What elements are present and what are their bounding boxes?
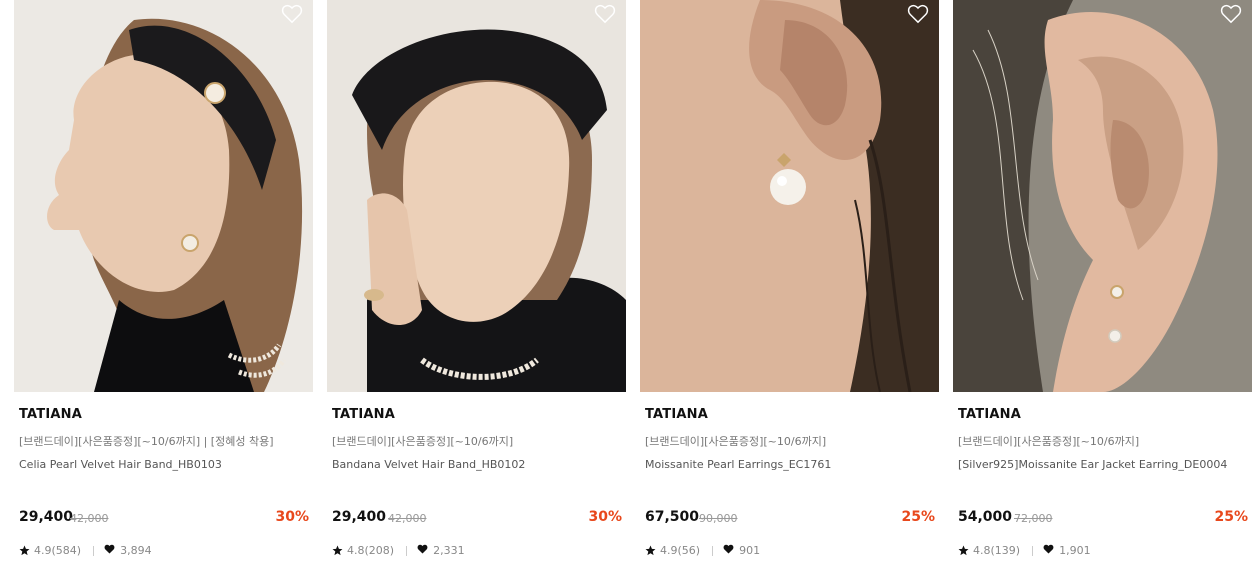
divider xyxy=(406,545,408,556)
wishlist-heart-icon[interactable] xyxy=(281,4,303,24)
brand-name[interactable]: TATIANA xyxy=(958,407,1021,422)
review-summary: 4.8(208) 2,331 xyxy=(332,544,465,557)
product-name[interactable]: Celia Pearl Velvet Hair Band_HB0103 xyxy=(19,458,222,471)
product-photo xyxy=(640,0,939,392)
product-card[interactable]: TATIANA [브랜드데이][사은품증정][~10/6까지] [Silver9… xyxy=(953,0,1252,568)
sale-price: 29,400 xyxy=(332,509,387,525)
product-image[interactable] xyxy=(14,0,313,392)
product-card[interactable]: TATIANA [브랜드데이][사은품증정][~10/6까지] Moissani… xyxy=(640,0,939,568)
sale-price: 54,000 xyxy=(958,509,1013,525)
discount-rate: 30% xyxy=(275,509,309,525)
product-card[interactable]: TATIANA [브랜드데이][사은품증정][~10/6까지] | [정혜성 착… xyxy=(14,0,313,568)
wishlist-heart-icon[interactable] xyxy=(907,4,929,24)
brand-name[interactable]: TATIANA xyxy=(332,407,395,422)
promo-text: [브랜드데이][사은품증정][~10/6까지] xyxy=(645,435,827,448)
divider xyxy=(1032,545,1034,556)
divider xyxy=(93,545,95,556)
product-photo xyxy=(953,0,1252,392)
likes-count: 1,901 xyxy=(1059,544,1091,557)
rating-value: 4.8(208) xyxy=(347,544,395,557)
review-summary: 4.8(139) 1,901 xyxy=(958,544,1091,557)
promo-text: [브랜드데이][사은품증정][~10/6까지] xyxy=(958,435,1140,448)
product-photo xyxy=(327,0,626,392)
original-price: 42,000 xyxy=(70,512,109,525)
rating-value: 4.9(584) xyxy=(34,544,82,557)
product-image[interactable] xyxy=(327,0,626,392)
wishlist-heart-icon[interactable] xyxy=(1220,4,1242,24)
heart-filled-icon xyxy=(723,544,739,557)
review-summary: 4.9(584) 3,894 xyxy=(19,544,152,557)
product-name[interactable]: [Silver925]Moissanite Ear Jacket Earring… xyxy=(958,458,1227,471)
original-price: 42,000 xyxy=(388,512,427,525)
sale-price: 29,400 xyxy=(19,509,74,525)
star-icon xyxy=(958,545,969,556)
original-price: 72,000 xyxy=(1014,512,1053,525)
likes-count: 3,894 xyxy=(120,544,152,557)
original-price: 90,000 xyxy=(699,512,738,525)
product-card[interactable]: TATIANA [브랜드데이][사은품증정][~10/6까지] Bandana … xyxy=(327,0,626,568)
brand-name[interactable]: TATIANA xyxy=(645,407,708,422)
sale-price: 67,500 xyxy=(645,509,700,525)
heart-filled-icon xyxy=(417,544,433,557)
discount-rate: 25% xyxy=(1214,509,1248,525)
product-name[interactable]: Bandana Velvet Hair Band_HB0102 xyxy=(332,458,525,471)
promo-text: [브랜드데이][사은품증정][~10/6까지] | [정혜성 착용] xyxy=(19,435,274,448)
star-icon xyxy=(332,545,343,556)
product-image[interactable] xyxy=(640,0,939,392)
divider xyxy=(712,545,714,556)
rating-value: 4.9(56) xyxy=(660,544,701,557)
heart-filled-icon xyxy=(1043,544,1059,557)
discount-rate: 30% xyxy=(588,509,622,525)
review-summary: 4.9(56) 901 xyxy=(645,544,760,557)
promo-text: [브랜드데이][사은품증정][~10/6까지] xyxy=(332,435,514,448)
product-grid: TATIANA [브랜드데이][사은품증정][~10/6까지] | [정혜성 착… xyxy=(0,0,1257,568)
brand-name[interactable]: TATIANA xyxy=(19,407,82,422)
star-icon xyxy=(645,545,656,556)
star-icon xyxy=(19,545,30,556)
likes-count: 2,331 xyxy=(433,544,465,557)
product-image[interactable] xyxy=(953,0,1252,392)
discount-rate: 25% xyxy=(901,509,935,525)
product-name[interactable]: Moissanite Pearl Earrings_EC1761 xyxy=(645,458,831,471)
product-photo xyxy=(14,0,313,392)
heart-filled-icon xyxy=(104,544,120,557)
wishlist-heart-icon[interactable] xyxy=(594,4,616,24)
likes-count: 901 xyxy=(739,544,761,557)
rating-value: 4.8(139) xyxy=(973,544,1021,557)
